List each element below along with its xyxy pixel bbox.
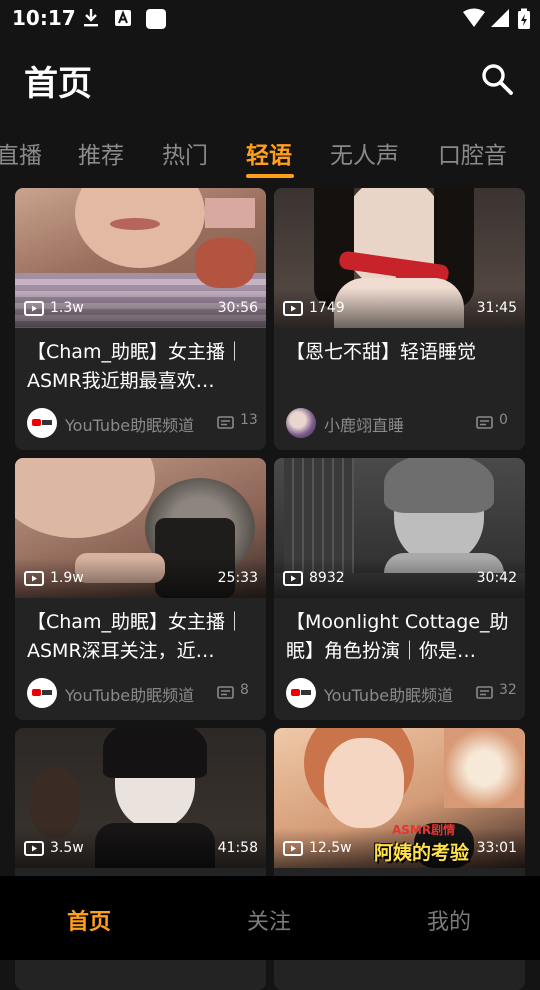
battery-icon	[518, 8, 530, 29]
video-duration: 31:45	[476, 300, 517, 316]
wifi-icon	[463, 8, 485, 27]
comment-count: 32	[499, 682, 517, 698]
author-avatar[interactable]	[27, 678, 57, 708]
nav-me[interactable]: 我的	[427, 904, 471, 936]
video-card[interactable]: 8932 30:42 【Moonlight Cottage_助眠】角色扮演｜你是…	[274, 458, 525, 720]
video-card[interactable]: 1.3w 30:56 【Cham_助眠】女主播｜ASMR我近期最喜欢… YouT…	[15, 188, 266, 450]
author-name[interactable]: YouTube助眠频道	[65, 682, 194, 706]
app-notification-icon	[146, 9, 166, 29]
view-count: 12.5w	[309, 840, 352, 856]
view-count: 3.5w	[50, 840, 84, 856]
author-avatar[interactable]	[286, 678, 316, 708]
video-duration: 25:33	[217, 570, 258, 586]
video-title[interactable]: 【Moonlight Cottage_助眠】角色扮演｜你是…	[286, 608, 516, 666]
comment-count-icon	[476, 686, 493, 699]
status-time: 10:17	[12, 6, 76, 30]
author-name[interactable]: 小鹿翊直睡	[324, 412, 404, 436]
video-card[interactable]: 1749 31:45 【恩七不甜】轻语睡觉 小鹿翊直睡 0	[274, 188, 525, 450]
video-duration: 30:56	[217, 300, 258, 316]
view-count: 1.3w	[50, 300, 84, 316]
play-count-icon	[24, 571, 44, 586]
video-title[interactable]: 【Cham_助眠】女主播｜ASMR我近期最喜欢…	[27, 338, 257, 396]
keyboard-a-icon	[115, 10, 131, 26]
tab-recommend[interactable]: 推荐	[78, 136, 124, 170]
comment-count: 8	[240, 682, 249, 698]
play-count-icon	[24, 841, 44, 856]
video-card[interactable]: 1.9w 25:33 【Cham_助眠】女主播｜ASMR深耳关注，近… YouT…	[15, 458, 266, 720]
video-duration: 33:01	[476, 840, 517, 856]
tab-hot[interactable]: 热门	[162, 136, 208, 170]
play-count-icon	[283, 571, 303, 586]
download-icon	[84, 9, 98, 27]
signal-icon	[491, 9, 509, 27]
comment-count-icon	[217, 416, 234, 429]
comment-count: 13	[240, 412, 258, 428]
author-name[interactable]: YouTube助眠频道	[324, 682, 453, 706]
tab-whisper[interactable]: 轻语	[246, 136, 292, 170]
author-avatar[interactable]	[286, 408, 316, 438]
page-title: 首页	[24, 64, 92, 104]
tab-no-voice[interactable]: 无人声	[330, 136, 399, 170]
play-count-icon	[24, 301, 44, 316]
view-count: 8932	[309, 570, 345, 586]
search-icon[interactable]	[480, 62, 514, 96]
video-duration: 30:42	[476, 570, 517, 586]
author-name[interactable]: YouTube助眠频道	[65, 412, 194, 436]
play-count-icon	[283, 841, 303, 856]
comment-count-icon	[476, 416, 493, 429]
tab-live[interactable]: 直播	[0, 136, 42, 170]
video-title[interactable]: 【恩七不甜】轻语睡觉	[286, 338, 516, 367]
thumbnail-caption: 阿姨的考验	[374, 842, 470, 864]
category-tabs: 直播 推荐 热门 轻语 无人声 口腔音	[0, 130, 540, 180]
comment-count: 0	[499, 412, 508, 428]
view-count: 1.9w	[50, 570, 84, 586]
nav-follow[interactable]: 关注	[247, 904, 291, 936]
video-duration: 41:58	[217, 840, 258, 856]
active-tab-indicator	[246, 174, 294, 178]
author-avatar[interactable]	[27, 408, 57, 438]
play-count-icon	[283, 301, 303, 316]
view-count: 1749	[309, 300, 345, 316]
video-title[interactable]: 【Cham_助眠】女主播｜ASMR深耳关注，近…	[27, 608, 257, 666]
bottom-navigation: 首页 关注 我的	[0, 876, 540, 960]
comment-count-icon	[217, 686, 234, 699]
status-bar: 10:17	[0, 0, 540, 36]
nav-home[interactable]: 首页	[67, 904, 111, 936]
tab-mouth-sounds[interactable]: 口腔音	[438, 136, 507, 170]
thumbnail-tag: ASMR剧情	[392, 823, 456, 837]
